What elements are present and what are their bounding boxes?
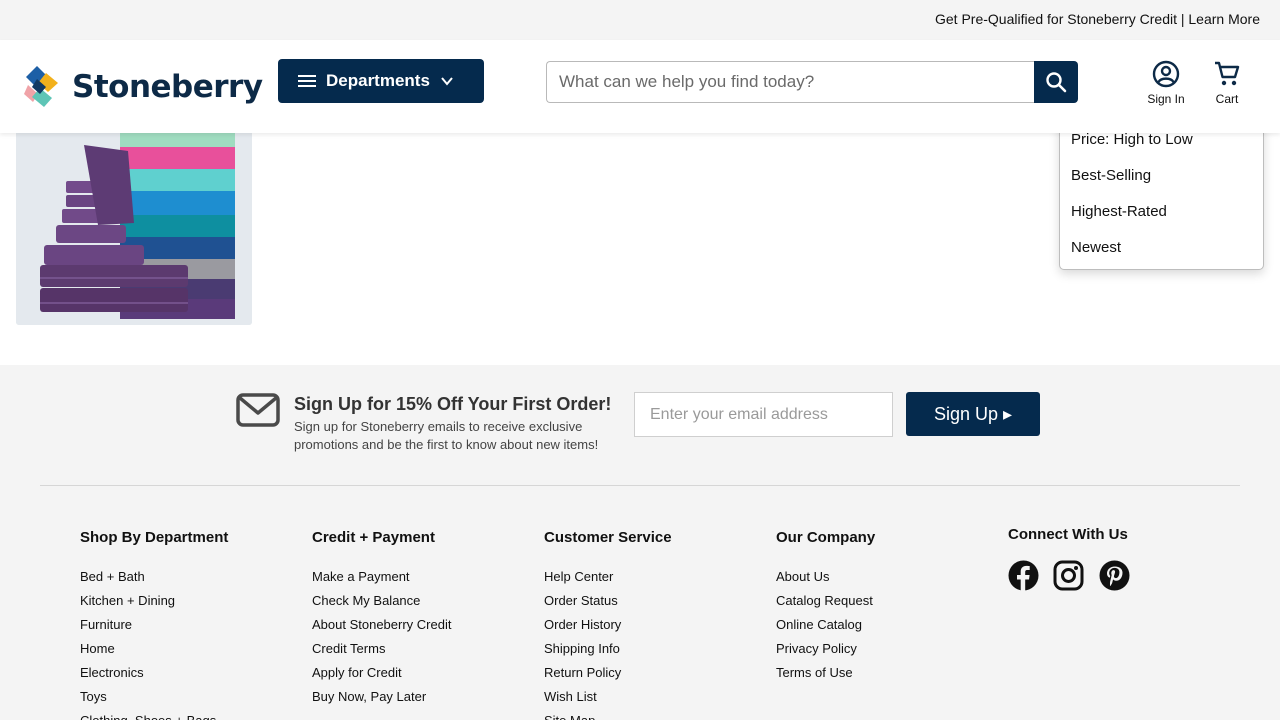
footer-link[interactable]: Wish List [544,688,672,712]
site-header: Stoneberry Departments Sign In Cart [0,40,1280,133]
cart-icon [1215,61,1240,86]
search-icon [1046,72,1067,93]
footer-link[interactable]: Shipping Info [544,640,672,664]
pinterest-icon[interactable] [1099,560,1130,591]
sign-up-button[interactable]: Sign Up ▸ [906,392,1040,436]
sort-option-highest-rated[interactable]: Highest-Rated [1071,203,1167,220]
site-footer: Sign Up for 15% Off Your First Order! Si… [0,365,1280,720]
sort-option-price-high-low[interactable]: Price: High to Low [1071,131,1193,148]
footer-link[interactable]: Furniture [80,616,228,640]
chevron-down-icon [441,77,453,86]
footer-link[interactable]: Privacy Policy [776,640,875,664]
footer-link[interactable]: Bed + Bath [80,568,228,592]
instagram-icon[interactable] [1053,560,1084,591]
footer-link[interactable]: Help Center [544,568,672,592]
cart-label: Cart [1215,92,1239,106]
column-title: Our Company [776,529,876,546]
newsletter-signup: Sign Up for 15% Off Your First Order! Si… [0,365,1280,485]
search-input[interactable] [546,61,1034,103]
footer-column-customer-service: Customer Service Help Center Order Statu… [544,529,672,720]
departments-button[interactable]: Departments [278,59,484,103]
sort-dropdown-menu: Price: High to Low Best-Selling Highest-… [1059,120,1264,270]
footer-link[interactable]: Return Policy [544,664,672,688]
footer-link[interactable]: Kitchen + Dining [80,592,228,616]
email-input[interactable] [634,392,893,437]
footer-link[interactable]: Catalog Request [776,592,875,616]
sort-option-newest[interactable]: Newest [1071,239,1121,256]
search-bar [546,61,1078,103]
footer-link[interactable]: Clothing, Shoes + Bags [80,712,228,720]
footer-link[interactable]: Electronics [80,664,228,688]
product-image[interactable] [16,133,252,325]
footer-link[interactable]: About Us [776,568,875,592]
column-title: Customer Service [544,529,672,546]
sort-option-best-selling[interactable]: Best-Selling [1071,167,1151,184]
sign-in-label: Sign In [1147,92,1185,106]
footer-column-credit-payment: Credit + Payment Make a Payment Check My… [312,529,451,712]
footer-divider [40,485,1240,486]
promo-bar: Get Pre-Qualified for Stoneberry Credit … [0,0,1280,40]
cart-button[interactable]: Cart [1201,60,1253,106]
footer-link[interactable]: Buy Now, Pay Later [312,688,451,712]
credit-promo-link[interactable]: Get Pre-Qualified for Stoneberry Credit … [935,11,1260,27]
footer-link[interactable]: Online Catalog [776,616,875,640]
mail-icon [236,393,280,427]
footer-link[interactable]: Credit Terms [312,640,451,664]
logo-text: Stoneberry [72,69,263,105]
footer-link[interactable]: Home [80,640,228,664]
column-title: Credit + Payment [312,529,435,546]
logo-mark-icon [24,66,66,108]
footer-link[interactable]: About Stoneberry Credit [312,616,451,640]
footer-link[interactable]: Check My Balance [312,592,451,616]
footer-link[interactable]: Order History [544,616,672,640]
departments-label: Departments [326,71,430,90]
footer-link[interactable]: Terms of Use [776,664,875,688]
stoneberry-logo[interactable]: Stoneberry [24,66,263,108]
footer-link[interactable]: Toys [80,688,228,712]
search-button[interactable] [1034,61,1078,103]
footer-link[interactable]: Site Map [544,712,672,720]
newsletter-description: Sign up for Stoneberry emails to receive… [294,419,599,452]
footer-link[interactable]: Apply for Credit [312,664,451,688]
facebook-icon[interactable] [1008,560,1039,591]
account-icon [1152,60,1180,88]
footer-link[interactable]: Make a Payment [312,568,451,592]
social-title: Connect With Us [1008,526,1128,543]
menu-icon [298,72,316,90]
footer-column-shop-by-department: Shop By Department Bed + Bath Kitchen + … [80,529,228,720]
column-title: Shop By Department [80,529,229,546]
sign-in-button[interactable]: Sign In [1140,60,1192,106]
newsletter-title: Sign Up for 15% Off Your First Order! [294,394,612,414]
footer-link[interactable]: Order Status [544,592,672,616]
footer-column-our-company: Our Company About Us Catalog Request Onl… [776,529,875,688]
